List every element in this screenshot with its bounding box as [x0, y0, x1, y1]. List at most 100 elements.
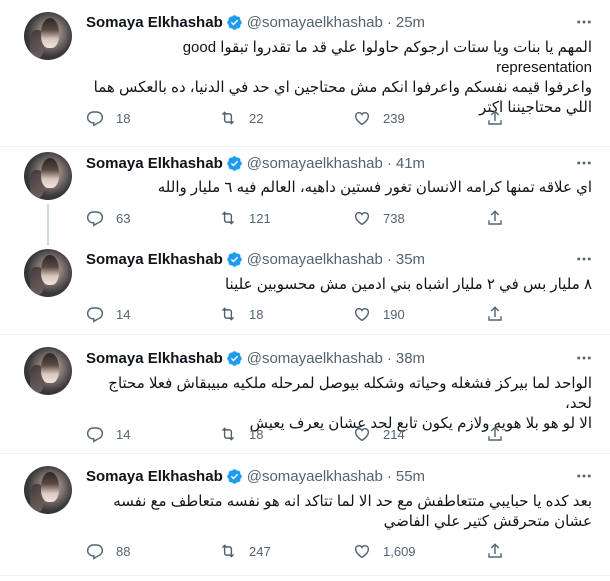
like-icon	[354, 544, 370, 559]
more-icon[interactable]	[574, 12, 594, 32]
like-button[interactable]: 214	[353, 424, 405, 444]
reply-button[interactable]: 88	[86, 541, 130, 561]
author-name[interactable]: Somaya Elkhashab	[86, 350, 223, 367]
reply-count: 88	[116, 543, 131, 559]
tweet-header: Somaya Elkhashab @somayaelkhashab · 41m	[86, 153, 425, 173]
reply-button[interactable]: 14	[86, 304, 130, 324]
like-button[interactable]: 190	[353, 304, 405, 324]
avatar[interactable]	[24, 249, 72, 297]
tweet-time[interactable]: 25m	[396, 14, 425, 31]
tweet-5[interactable]: Somaya Elkhashab @somayaelkhashab · 55m …	[0, 454, 610, 581]
like-button[interactable]: 738	[353, 208, 405, 228]
tweet-header: Somaya Elkhashab @somayaelkhashab · 25m	[86, 12, 425, 32]
like-icon	[354, 307, 370, 322]
share-icon	[488, 210, 502, 225]
separator-dot: ·	[386, 467, 392, 485]
tweet-header: Somaya Elkhashab @somayaelkhashab · 38m	[86, 348, 425, 368]
author-name[interactable]: Somaya Elkhashab	[86, 251, 223, 268]
retweet-button[interactable]: 121	[219, 208, 271, 228]
retweet-icon	[221, 111, 235, 125]
share-icon	[488, 543, 502, 558]
reply-icon	[86, 211, 104, 227]
more-icon[interactable]	[574, 153, 594, 173]
separator-dot: ·	[386, 349, 392, 367]
avatar[interactable]	[24, 347, 72, 395]
reply-count: 63	[116, 210, 131, 226]
avatar[interactable]	[24, 12, 72, 60]
reply-button[interactable]: 18	[86, 108, 130, 128]
like-icon	[354, 111, 370, 126]
retweet-button[interactable]: 247	[219, 541, 271, 561]
avatar[interactable]	[24, 466, 72, 514]
author-handle[interactable]: @somayaelkhashab	[247, 251, 383, 268]
share-button[interactable]	[486, 108, 504, 128]
reply-icon	[86, 427, 104, 443]
tweet-1[interactable]: Somaya Elkhashab @somayaelkhashab · 25m …	[0, 0, 610, 146]
author-handle[interactable]: @somayaelkhashab	[247, 468, 383, 485]
more-icon[interactable]	[574, 348, 594, 368]
share-icon	[488, 426, 502, 441]
tweet-text: اي علاقه تمنها كرامه الانسان تغور فستين …	[86, 178, 592, 198]
tweet-header: Somaya Elkhashab @somayaelkhashab · 35m	[86, 249, 425, 269]
like-button[interactable]: 1,609	[353, 541, 416, 561]
author-name[interactable]: Somaya Elkhashab	[86, 14, 223, 31]
separator-dot: ·	[386, 250, 392, 268]
share-icon	[488, 306, 502, 321]
tweet-3[interactable]: Somaya Elkhashab @somayaelkhashab · 35m …	[0, 239, 610, 334]
retweet-button[interactable]: 18	[219, 304, 263, 324]
tweet-actions: 14 18 214	[86, 424, 516, 444]
like-icon	[354, 427, 370, 442]
tweet-4[interactable]: Somaya Elkhashab @somayaelkhashab · 38m …	[0, 335, 610, 453]
tweet-time[interactable]: 35m	[396, 251, 425, 268]
reply-count: 14	[116, 306, 131, 322]
tweet-2[interactable]: Somaya Elkhashab @somayaelkhashab · 41m …	[0, 147, 610, 239]
retweet-count: 121	[249, 210, 271, 226]
share-button[interactable]	[486, 208, 504, 228]
reply-button[interactable]: 63	[86, 208, 130, 228]
share-button[interactable]	[486, 304, 504, 324]
retweet-count: 22	[249, 110, 264, 126]
tweet-text-line: المهم يا بنات ويا ستات ارجوكم حاولوا علي…	[182, 39, 592, 76]
verified-badge-icon	[226, 14, 242, 30]
tweet-time[interactable]: 38m	[396, 350, 425, 367]
share-icon	[488, 110, 502, 125]
author-name[interactable]: Somaya Elkhashab	[86, 155, 223, 172]
reply-button[interactable]: 14	[86, 424, 130, 444]
tweet-header: Somaya Elkhashab @somayaelkhashab · 55m	[86, 466, 425, 486]
tweet-text: ٨ مليار بس في ٢ مليار اشباه بني ادمين مش…	[86, 275, 592, 295]
retweet-button[interactable]: 18	[219, 424, 263, 444]
like-icon	[354, 211, 370, 226]
more-icon[interactable]	[574, 466, 594, 486]
tweet-text-line: ٨ مليار بس في ٢ مليار اشباه بني ادمين مش…	[224, 276, 592, 293]
reply-icon	[86, 111, 104, 127]
avatar[interactable]	[24, 152, 72, 200]
tweet-text: بعد كده يا حبايبي متتعاطفش مع حد الا لما…	[86, 492, 592, 532]
more-icon[interactable]	[574, 249, 594, 269]
like-button[interactable]: 239	[353, 108, 405, 128]
verified-badge-icon	[226, 468, 242, 484]
tweet-text-line: بعد كده يا حبايبي متتعاطفش مع حد الا لما…	[113, 493, 592, 510]
tweet-text-line: واعرفوا قيمه نفسكم واعرفوا انكم مش محتاج…	[93, 79, 592, 96]
separator-dot: ·	[386, 13, 392, 31]
tweet-actions: 18 22 239	[86, 108, 516, 128]
author-handle[interactable]: @somayaelkhashab	[247, 14, 383, 31]
author-handle[interactable]: @somayaelkhashab	[247, 155, 383, 172]
tweet-text-line: عشان متحرقش كتير علي الفاضي	[383, 513, 592, 530]
tweet-time[interactable]: 55m	[396, 468, 425, 485]
author-handle[interactable]: @somayaelkhashab	[247, 350, 383, 367]
like-count: 190	[383, 306, 405, 322]
tweet-text: المهم يا بنات ويا ستات ارجوكم حاولوا علي…	[86, 38, 592, 118]
tweet-time[interactable]: 41m	[396, 155, 425, 172]
tweet-actions: 88 247 1,609	[86, 541, 516, 561]
retweet-icon	[221, 307, 235, 321]
tweet-text-line: الواحد لما بيركز فشغله وحياته وشكله بيوص…	[108, 375, 592, 412]
verified-badge-icon	[226, 350, 242, 366]
verified-badge-icon	[226, 251, 242, 267]
share-button[interactable]	[486, 541, 504, 561]
author-name[interactable]: Somaya Elkhashab	[86, 468, 223, 485]
like-count: 738	[383, 210, 405, 226]
retweet-button[interactable]: 22	[219, 108, 263, 128]
share-button[interactable]	[486, 424, 504, 444]
retweet-count: 18	[249, 426, 264, 442]
retweet-count: 18	[249, 306, 264, 322]
